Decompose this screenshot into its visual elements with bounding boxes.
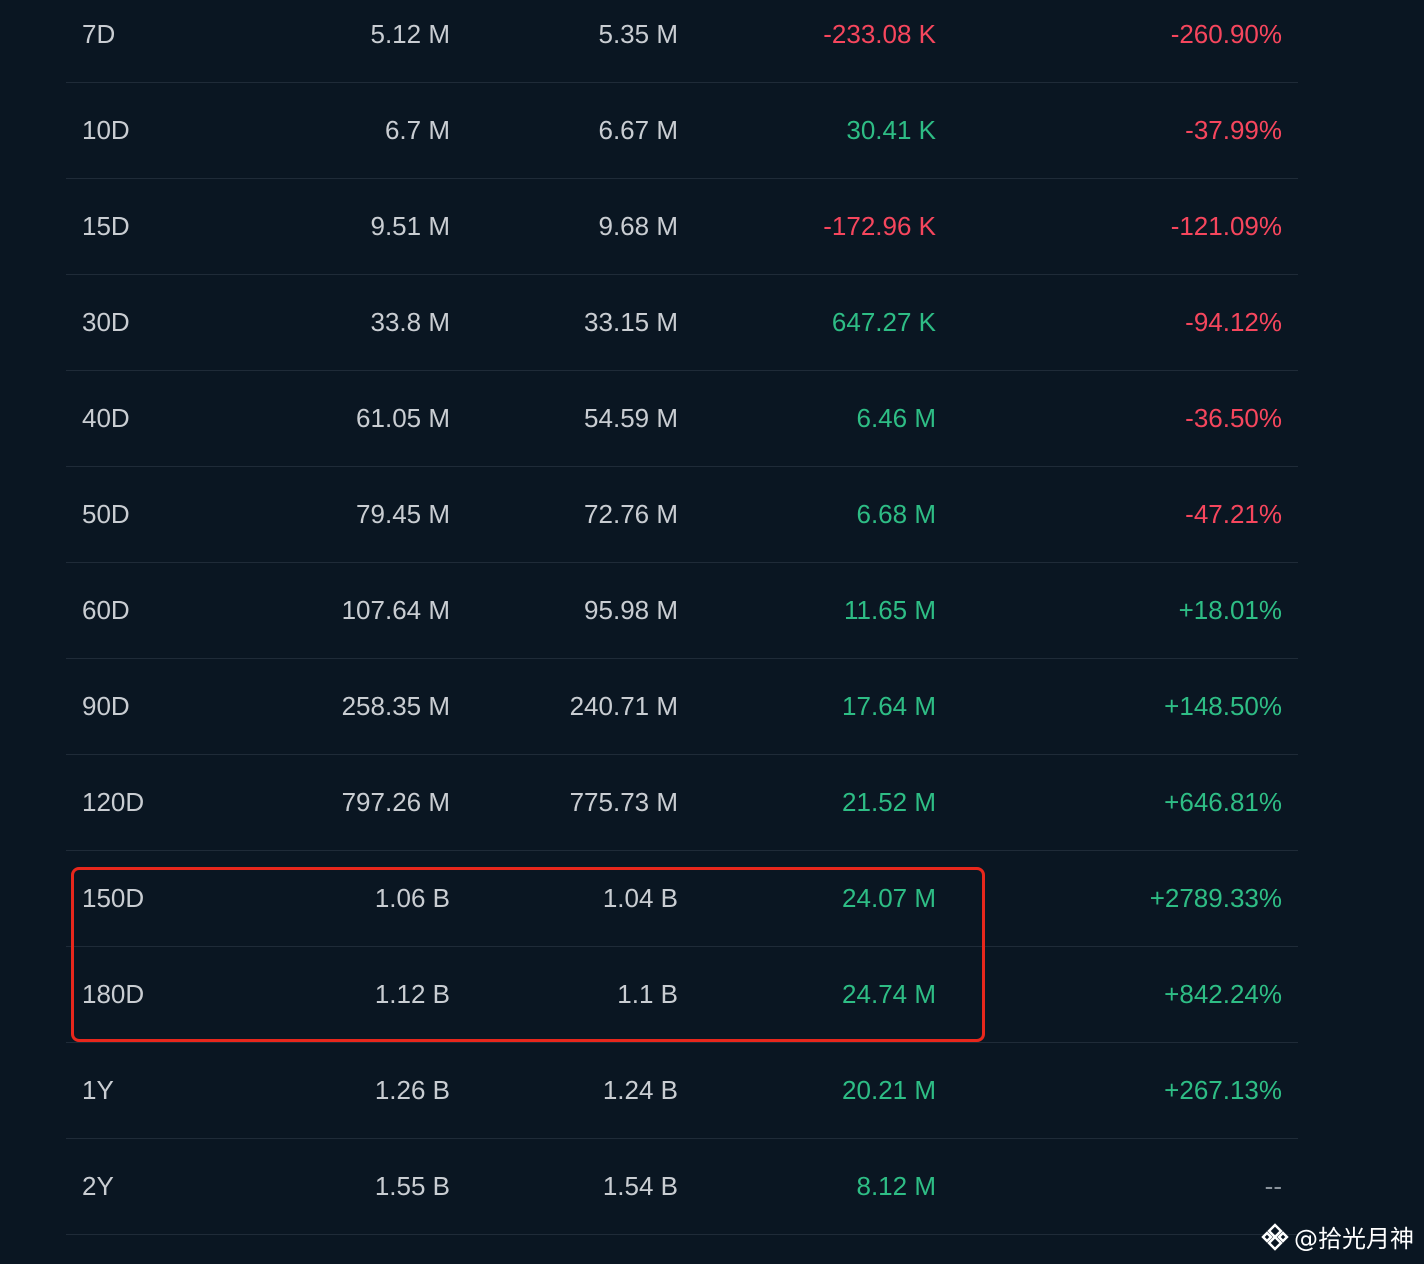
- percent-change-cell: +267.13%: [1164, 1075, 1282, 1105]
- percent-change-cell: -260.90%: [1170, 19, 1282, 49]
- period-cell: 40D: [82, 403, 130, 433]
- value-b-cell: 1.54 B: [602, 1171, 678, 1201]
- value-b-cell: 1.1 B: [617, 979, 678, 1009]
- value-b-cell: 54.59 M: [584, 403, 678, 433]
- value-a-cell: 1.26 B: [374, 1075, 450, 1105]
- net-change-cell: 6.68 M: [856, 499, 937, 529]
- value-b-cell: 33.15 M: [584, 307, 678, 337]
- value-a-cell: 107.64 M: [341, 595, 450, 625]
- watermark-text: @拾光月神: [1294, 1225, 1414, 1253]
- period-cell: 150D: [82, 883, 145, 913]
- period-cell: 7D: [82, 19, 116, 49]
- percent-change-cell: -36.50%: [1185, 403, 1282, 433]
- value-a-cell: 1.55 B: [374, 1171, 450, 1201]
- table-row[interactable]: 90D 258.35 M 240.71 M 17.64 M +148.50%: [66, 659, 1298, 755]
- value-a-cell: 9.51 M: [370, 211, 451, 241]
- net-change-cell: 647.27 K: [831, 307, 936, 337]
- value-a-cell: 6.7 M: [384, 115, 450, 145]
- data-table: 7D 5.12 M 5.35 M -233.08 K -260.90% 10D 6.7 M 6…: [66, 0, 1298, 1235]
- percent-change-cell: +842.24%: [1164, 979, 1282, 1009]
- net-change-cell: 30.41 K: [846, 115, 936, 145]
- value-a-cell: 1.06 B: [374, 883, 450, 913]
- period-cell: 10D: [82, 115, 130, 145]
- table-row[interactable]: 10D 6.7 M 6.67 M 30.41 K -37.99%: [66, 83, 1298, 179]
- value-b-cell: 95.98 M: [584, 595, 678, 625]
- watermark: @拾光月神: [1260, 1219, 1414, 1254]
- binance-square-logo-icon: [1261, 1222, 1289, 1251]
- table-row[interactable]: 30D 33.8 M 33.15 M 647.27 K -94.12%: [66, 275, 1298, 371]
- percent-change-cell: +148.50%: [1164, 691, 1282, 721]
- period-cell: 15D: [82, 211, 130, 241]
- percent-change-cell: -47.21%: [1185, 499, 1282, 529]
- table-row[interactable]: 120D 797.26 M 775.73 M 21.52 M +646.81%: [66, 755, 1298, 851]
- value-b-cell: 6.67 M: [598, 115, 679, 145]
- value-b-cell: 1.24 B: [602, 1075, 678, 1105]
- period-cell: 60D: [82, 595, 130, 625]
- table-row[interactable]: 15D 9.51 M 9.68 M -172.96 K -121.09%: [66, 179, 1298, 275]
- period-cell: 90D: [82, 691, 130, 721]
- value-b-cell: 775.73 M: [569, 787, 678, 817]
- value-a-cell: 258.35 M: [341, 691, 450, 721]
- table-row[interactable]: 50D 79.45 M 72.76 M 6.68 M -47.21%: [66, 467, 1298, 563]
- net-change-cell: 6.46 M: [856, 403, 937, 433]
- value-b-cell: 5.35 M: [598, 19, 679, 49]
- period-cell: 30D: [82, 307, 130, 337]
- period-cell: 2Y: [82, 1171, 114, 1201]
- table-row[interactable]: 7D 5.12 M 5.35 M -233.08 K -260.90%: [66, 0, 1298, 83]
- value-b-cell: 240.71 M: [569, 691, 678, 721]
- value-a-cell: 79.45 M: [356, 499, 450, 529]
- value-a-cell: 797.26 M: [341, 787, 450, 817]
- period-cell: 180D: [82, 979, 145, 1009]
- value-a-cell: 1.12 B: [374, 979, 450, 1009]
- table-row[interactable]: 150D 1.06 B 1.04 B 24.07 M +2789.33%: [66, 851, 1298, 947]
- value-b-cell: 72.76 M: [584, 499, 678, 529]
- value-a-cell: 61.05 M: [356, 403, 450, 433]
- value-a-cell: 33.8 M: [370, 307, 451, 337]
- percent-change-cell: -121.09%: [1170, 211, 1282, 241]
- value-b-cell: 1.04 B: [602, 883, 678, 913]
- net-change-cell: 24.74 M: [842, 979, 936, 1009]
- percent-change-cell: -37.99%: [1185, 115, 1282, 145]
- table-row[interactable]: 60D 107.64 M 95.98 M 11.65 M +18.01%: [66, 563, 1298, 659]
- net-change-cell: -233.08 K: [823, 19, 936, 49]
- table-row[interactable]: 1Y 1.26 B 1.24 B 20.21 M +267.13%: [66, 1043, 1298, 1139]
- net-change-cell: 24.07 M: [842, 883, 936, 913]
- table-row[interactable]: 40D 61.05 M 54.59 M 6.46 M -36.50%: [66, 371, 1298, 467]
- value-b-cell: 9.68 M: [598, 211, 679, 241]
- period-cell: 1Y: [82, 1075, 114, 1105]
- percent-change-cell: +18.01%: [1178, 595, 1282, 625]
- percent-change-cell: +2789.33%: [1149, 883, 1282, 913]
- percent-change-cell: -94.12%: [1185, 307, 1282, 337]
- period-cell: 120D: [82, 787, 145, 817]
- table-row[interactable]: 180D 1.12 B 1.1 B 24.74 M +842.24%: [66, 947, 1298, 1043]
- net-change-cell: 17.64 M: [842, 691, 936, 721]
- value-a-cell: 5.12 M: [370, 19, 451, 49]
- period-cell: 50D: [82, 499, 130, 529]
- net-change-cell: 21.52 M: [842, 787, 936, 817]
- net-change-cell: 20.21 M: [842, 1075, 936, 1105]
- table-row[interactable]: 2Y 1.55 B 1.54 B 8.12 M --: [66, 1139, 1298, 1235]
- percent-change-cell: +646.81%: [1164, 787, 1282, 817]
- net-change-cell: 8.12 M: [856, 1171, 937, 1201]
- net-change-cell: -172.96 K: [823, 211, 936, 241]
- net-change-cell: 11.65 M: [843, 595, 936, 625]
